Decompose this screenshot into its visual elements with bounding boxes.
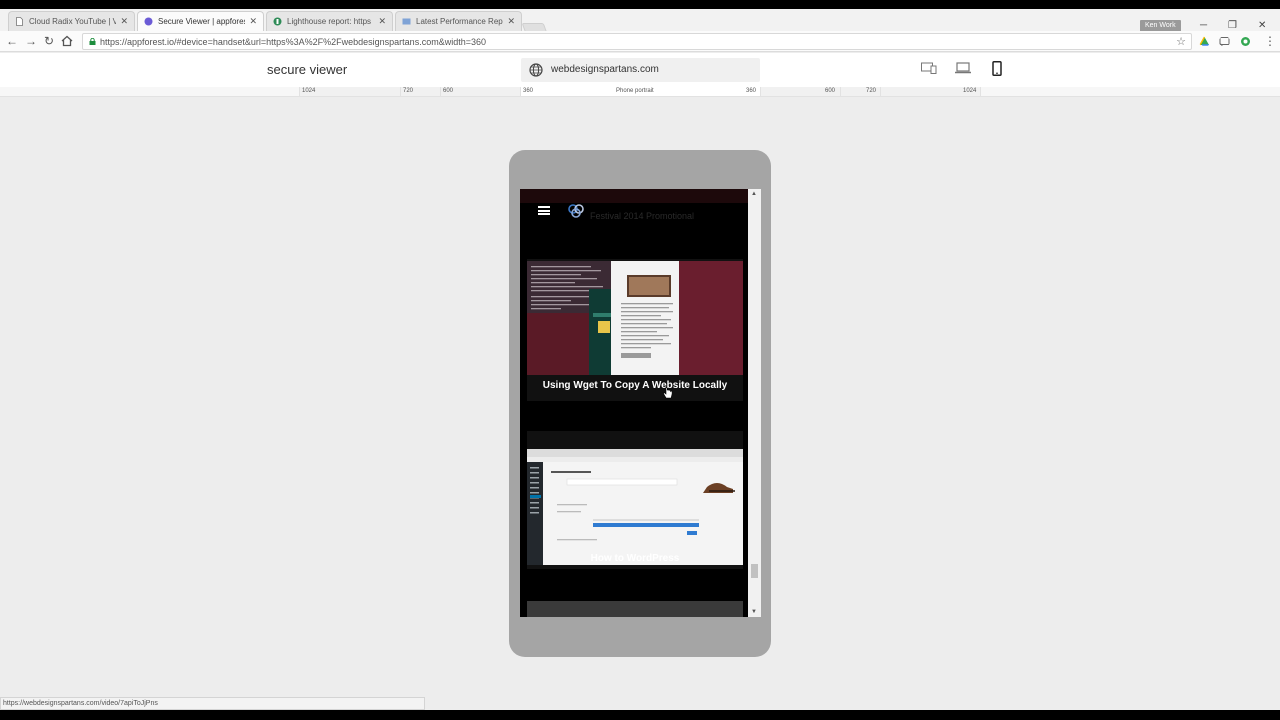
address-bar[interactable]: https://appforest.io/#device=handset&url… <box>82 33 1192 50</box>
ghost-title: Festival 2014 Promotional <box>590 211 695 221</box>
drive-extension-icon[interactable] <box>1199 36 1210 47</box>
phone-screen[interactable]: Festival 2014 Promotional Using Wget To … <box>520 189 761 617</box>
video-card[interactable]: Using Wget To Copy A Website Locally <box>527 259 743 401</box>
hand-cursor-icon <box>663 387 673 399</box>
tab-title: Secure Viewer | appfores <box>158 17 246 26</box>
url-text: https://appforest.io/#device=handset&url… <box>100 37 486 47</box>
hamburger-menu-icon[interactable] <box>538 206 550 215</box>
browser-window: Cloud Radix YouTube | V ✕ Secure Viewer … <box>0 0 1280 720</box>
gtmetrix-icon <box>402 18 411 25</box>
forward-icon[interactable]: → <box>24 34 38 48</box>
video-card-partial[interactable] <box>527 601 743 617</box>
tab-gtmetrix[interactable]: Latest Performance Repo ✕ <box>395 11 522 31</box>
ruler-label: 600 <box>443 88 454 94</box>
cast-icon[interactable] <box>1219 36 1230 47</box>
site-url-text: webdesignspartans.com <box>551 64 659 75</box>
ruler-label: 720 <box>403 88 414 94</box>
tab-cloud-radix[interactable]: Cloud Radix YouTube | V ✕ <box>8 11 135 31</box>
phone-icon[interactable] <box>992 61 1002 76</box>
app-header: secure viewer webdesignspartans.com <box>0 53 1280 87</box>
bookmark-star-icon[interactable]: ☆ <box>1176 35 1186 48</box>
site-url-field[interactable]: webdesignspartans.com <box>521 58 760 82</box>
video-title[interactable]: How to WordPress <box>527 553 743 564</box>
globe-icon <box>529 63 543 77</box>
tab-title: Latest Performance Repo <box>416 17 504 26</box>
site-logo[interactable] <box>567 201 585 219</box>
responsive-icon[interactable] <box>921 62 937 74</box>
close-icon[interactable]: ✕ <box>507 16 515 27</box>
ruler-label: 600 <box>825 88 836 94</box>
tab-title: Lighthouse report: https <box>287 17 372 26</box>
link-status-bar: https://webdesignspartans.com/video/7api… <box>0 697 425 710</box>
tab-secure-viewer[interactable]: Secure Viewer | appfores ✕ <box>137 11 264 31</box>
top-letterbox <box>0 0 1280 9</box>
tab-strip: Cloud Radix YouTube | V ✕ Secure Viewer … <box>0 9 1280 36</box>
close-icon[interactable]: ✕ <box>249 16 257 27</box>
lock-icon <box>89 38 96 45</box>
laptop-icon[interactable] <box>955 62 971 74</box>
video-thumbnail[interactable] <box>527 449 743 565</box>
page-icon <box>16 17 23 26</box>
reload-icon[interactable]: ↻ <box>42 34 56 48</box>
home-icon[interactable] <box>61 35 73 47</box>
lighthouse-icon <box>273 17 282 26</box>
appforest-icon <box>144 17 153 26</box>
app-brand: secure viewer <box>267 62 348 77</box>
video-title[interactable]: Using Wget To Copy A Website Locally <box>527 380 743 391</box>
site-header: Festival 2014 Promotional <box>520 189 748 232</box>
scroll-down-arrow-icon[interactable]: ▼ <box>751 609 757 615</box>
scroll-thumb[interactable] <box>751 564 758 578</box>
extension-icon[interactable] <box>1240 36 1251 47</box>
ruler-label: 360 <box>523 88 534 94</box>
scroll-up-arrow-icon[interactable]: ▲ <box>751 191 757 197</box>
close-icon[interactable]: ✕ <box>378 16 386 27</box>
close-icon[interactable]: ✕ <box>120 16 128 27</box>
bottom-letterbox <box>0 710 1280 720</box>
ruler-center-label: Phone portrait <box>616 88 654 94</box>
tab-lighthouse[interactable]: Lighthouse report: https ✕ <box>266 11 393 31</box>
minimize-icon[interactable]: ─ <box>1200 20 1207 31</box>
ruler-label: 1024 <box>963 88 977 94</box>
phone-scrollbar[interactable]: ▲ ▼ <box>748 189 761 617</box>
menu-dots-icon[interactable]: ⋮ <box>1263 34 1277 48</box>
tab-title: Cloud Radix YouTube | V <box>29 17 117 26</box>
ruler-label: 1024 <box>302 88 316 94</box>
video-card[interactable]: How to WordPress <box>527 431 743 569</box>
navigation-bar: ← → ↻ https://appforest.io/#device=hands… <box>0 31 1280 52</box>
viewport-ruler: 1024 720 600 360 Phone portrait 360 600 … <box>0 87 1280 97</box>
close-window-icon[interactable]: ✕ <box>1258 20 1266 31</box>
ruler-label: 720 <box>866 88 877 94</box>
back-icon[interactable]: ← <box>5 34 19 48</box>
video-thumbnail[interactable] <box>527 261 743 375</box>
ruler-label: 360 <box>746 88 757 94</box>
restore-icon[interactable]: ❐ <box>1228 20 1237 31</box>
